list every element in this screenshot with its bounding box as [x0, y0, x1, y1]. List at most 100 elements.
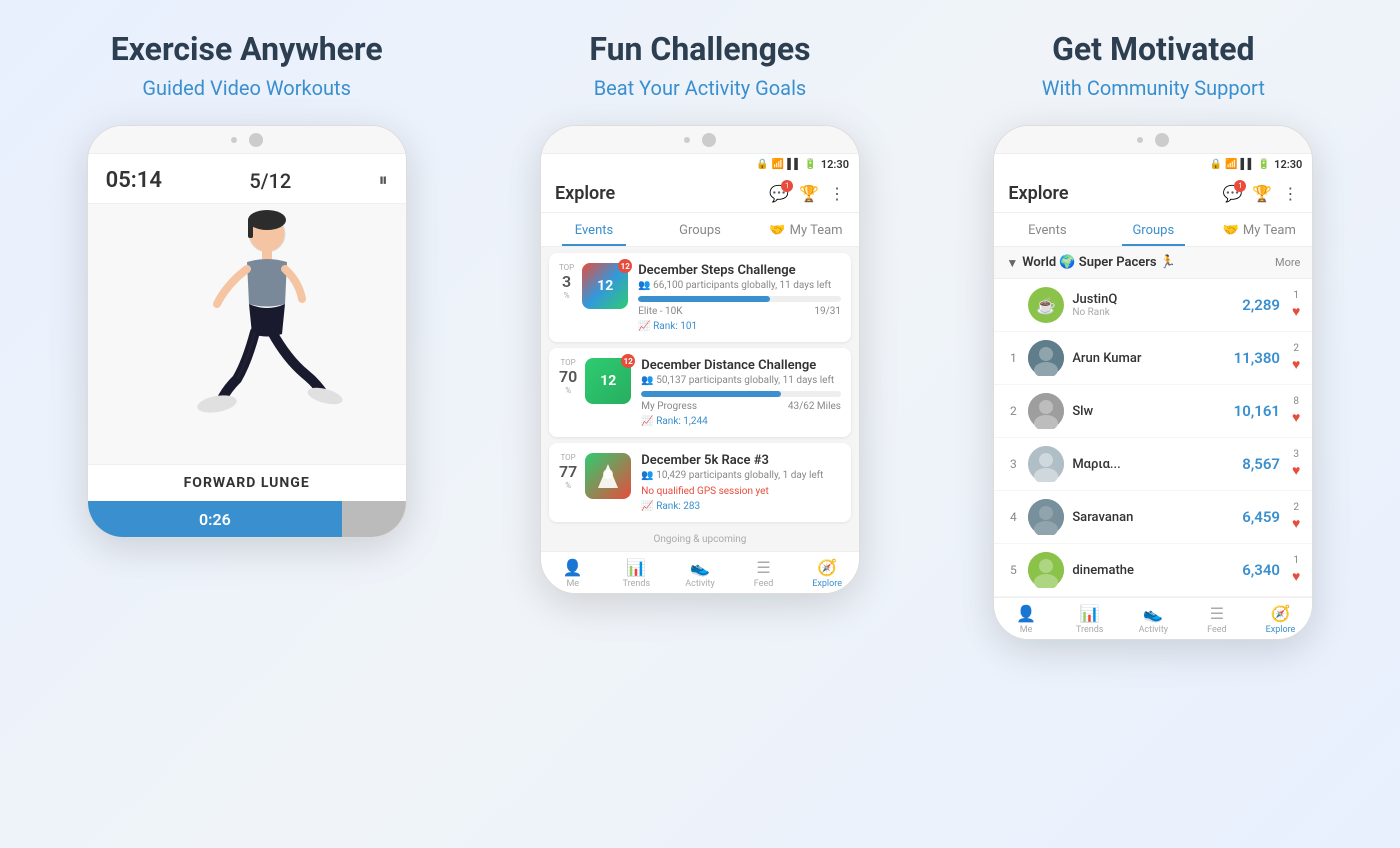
rank-badge-num: 1 — [1293, 555, 1299, 566]
chat-badge-3: 1 — [1234, 180, 1246, 192]
participants-icon: 👥 — [638, 280, 650, 291]
community-phone: 🔒 📶 ▌▌ 🔋 12:30 Explore 💬 1 🏆 — [993, 125, 1313, 640]
challenge-top: TOP 3 % 12 12 December Steps Ch — [559, 263, 841, 332]
leader-rank: 5 — [1006, 563, 1020, 577]
section-exercise: Exercise Anywhere Guided Video Workouts … — [32, 30, 462, 538]
battery-icon-3: 🔋 — [1258, 159, 1270, 170]
challenge-left: TOP 3 % 12 12 — [559, 263, 628, 309]
leader-row[interactable]: 3 Μαρια... 8,567 3 ♥ — [994, 438, 1312, 491]
lunge-figure-svg — [147, 204, 347, 464]
exercise-header: 05:14 5/12 ⏸ — [88, 154, 406, 204]
leader-badge-area: 2 ♥ — [1292, 343, 1300, 373]
pause-button[interactable]: ⏸ — [379, 170, 388, 191]
challenges-phone: 🔒 📶 ▌▌ 🔋 12:30 Explore 💬 1 🏆 — [540, 125, 860, 594]
tab-my-team-3[interactable]: 🤝 My Team — [1206, 213, 1312, 246]
exercise-phone-content: 05:14 5/12 ⏸ — [88, 154, 406, 537]
trends-icon-3: 📊 — [1080, 604, 1100, 623]
leader-avatar — [1028, 340, 1064, 376]
chat-badge: 1 — [781, 180, 793, 192]
challenge-info: December Steps Challenge 👥 66,100 partic… — [638, 263, 841, 332]
phone-dot-small-2 — [684, 137, 690, 143]
phone-dot-small-3 — [1137, 137, 1143, 143]
challenge-item[interactable]: TOP 3 % 12 12 December Steps Ch — [549, 253, 851, 342]
rank-icon: 📈 — [641, 416, 653, 427]
leader-sub: No Rank — [1072, 307, 1222, 318]
top-label: TOP 3 % — [559, 263, 574, 300]
leaderboard-list: ☕ JustinQ No Rank 2,289 1 ♥ 1 — [994, 279, 1312, 597]
wifi-icon: 📶 — [772, 159, 784, 170]
leader-score: 6,459 — [1230, 508, 1280, 526]
nav-activity[interactable]: 👟 Activity — [668, 558, 732, 589]
activity-icon: 👟 — [690, 558, 710, 577]
exercise-name: FORWARD LUNGE — [88, 464, 406, 501]
status-time: 12:30 — [821, 158, 849, 171]
leader-row[interactable]: 4 Saravanan 6,459 2 ♥ — [994, 491, 1312, 544]
leader-score: 6,340 — [1230, 561, 1280, 579]
tab-groups[interactable]: Groups — [647, 213, 753, 246]
more-text[interactable]: More — [1275, 256, 1300, 269]
challenge-progress-bar — [638, 296, 841, 302]
nav-explore-3[interactable]: 🧭 Explore — [1249, 604, 1313, 635]
challenges-subtitle: Beat Your Activity Goals — [594, 76, 807, 100]
team-icon: 🤝 — [769, 223, 785, 238]
heart-icon: ♥ — [1292, 462, 1300, 479]
leader-row[interactable]: ☕ JustinQ No Rank 2,289 1 ♥ — [994, 279, 1312, 332]
tab-events[interactable]: Events — [541, 213, 647, 246]
leader-row[interactable]: 2 Slw 10,161 8 ♥ — [994, 385, 1312, 438]
rank-badge-num: 2 — [1293, 343, 1299, 354]
tab-my-team[interactable]: 🤝 My Team — [753, 213, 859, 246]
challenge-item[interactable]: TOP 77 % December 5k Race #3 — [549, 443, 851, 522]
ongoing-label: Ongoing & upcoming — [541, 528, 859, 551]
community-title: Get Motivated — [1052, 30, 1254, 68]
challenge-participants: 👥 66,100 participants globally, 11 days … — [638, 280, 841, 291]
nav-feed-3[interactable]: ☰ Feed — [1185, 604, 1249, 635]
exercise-image-area — [88, 204, 406, 464]
nav-me-3[interactable]: 👤 Me — [994, 604, 1058, 635]
nav-feed[interactable]: ☰ Feed — [732, 558, 796, 589]
team-icon-3: 🤝 — [1223, 223, 1239, 238]
challenge-info: December Distance Challenge 👥 50,137 par… — [641, 358, 841, 427]
leader-name-area: Slw — [1072, 404, 1222, 419]
progress-gray — [342, 501, 406, 537]
trophy-button[interactable]: 🏆 — [799, 184, 819, 203]
leader-row[interactable]: 1 Arun Kumar 11,380 2 ♥ — [994, 332, 1312, 385]
challenge-meta: Elite - 10K 19/31 — [638, 306, 841, 317]
more-button[interactable]: ⋮ — [829, 184, 845, 203]
rank-info: 📈 Rank: 101 — [638, 321, 841, 332]
tabs: Events Groups 🤝 My Team — [541, 213, 859, 247]
challenge-badge: 12 12 — [582, 263, 628, 309]
leader-badge-area: 1 ♥ — [1292, 555, 1300, 585]
nav-activity-3[interactable]: 👟 Activity — [1122, 604, 1186, 635]
chat-button-3[interactable]: 💬 1 — [1222, 184, 1242, 203]
challenge-item[interactable]: TOP 70 % 12 12 December Distanc — [549, 348, 851, 437]
tab-groups-3[interactable]: Groups — [1100, 213, 1206, 246]
leader-rank: 4 — [1006, 510, 1020, 524]
rank-badge-num: 3 — [1293, 449, 1299, 460]
tabs-3: Events Groups 🤝 My Team — [994, 213, 1312, 247]
challenge-info: December 5k Race #3 👥 10,429 participant… — [641, 453, 841, 512]
leader-name: Μαρια... — [1072, 457, 1222, 472]
leader-row[interactable]: 5 dinemathe 6,340 1 ♥ — [994, 544, 1312, 597]
leader-badge-area: 8 ♥ — [1292, 396, 1300, 426]
more-button-3[interactable]: ⋮ — [1282, 184, 1298, 203]
nav-me[interactable]: 👤 Me — [541, 558, 605, 589]
exercise-count: 5/12 — [249, 169, 291, 193]
phone-dot-large-2 — [702, 133, 716, 147]
header-icons-3: 💬 1 🏆 ⋮ — [1222, 184, 1298, 203]
bottom-nav-3: 👤 Me 📊 Trends 👟 Activity ☰ Feed — [994, 597, 1312, 639]
leader-name: Arun Kumar — [1072, 351, 1222, 366]
feed-icon: ☰ — [756, 558, 770, 577]
challenge-title: December Steps Challenge — [638, 263, 841, 278]
challenge-progress-fill — [641, 391, 781, 397]
chat-button[interactable]: 💬 1 — [769, 184, 789, 203]
tab-events-3[interactable]: Events — [994, 213, 1100, 246]
heart-icon: ♥ — [1292, 409, 1300, 426]
explore-icon-3: 🧭 — [1271, 604, 1291, 623]
rank-icon: 📈 — [638, 321, 650, 332]
trophy-button-3[interactable]: 🏆 — [1252, 184, 1272, 203]
leader-name: dinemathe — [1072, 563, 1222, 578]
nav-trends-3[interactable]: 📊 Trends — [1058, 604, 1122, 635]
nav-explore[interactable]: 🧭 Explore — [795, 558, 859, 589]
nav-trends[interactable]: 📊 Trends — [605, 558, 669, 589]
progress-time: 0:26 — [88, 501, 342, 537]
